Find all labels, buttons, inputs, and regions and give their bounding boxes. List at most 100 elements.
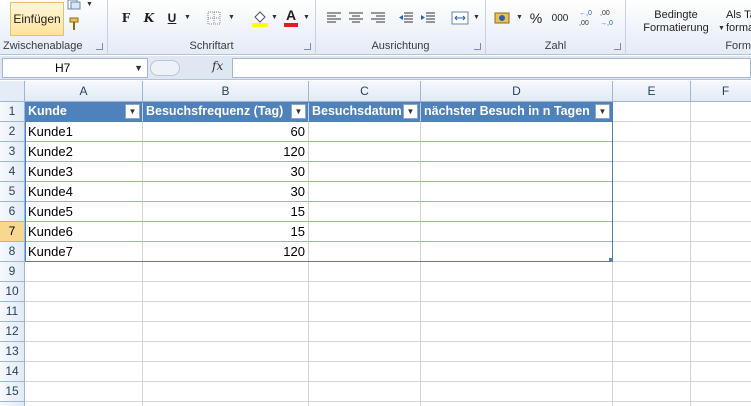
- cell[interactable]: [143, 362, 309, 382]
- merge-center-icon[interactable]: [450, 8, 470, 28]
- cell[interactable]: [143, 302, 309, 322]
- table-cell[interactable]: [309, 162, 421, 182]
- cell[interactable]: [691, 242, 751, 262]
- row-header-1[interactable]: 1: [0, 102, 25, 122]
- alignment-launcher-icon[interactable]: [474, 43, 481, 50]
- table-cell[interactable]: Kunde5: [25, 202, 143, 222]
- cell[interactable]: [421, 382, 613, 402]
- cell[interactable]: [25, 382, 143, 402]
- font-color-dropdown-icon[interactable]: ▼: [303, 14, 310, 21]
- name-box-dropdown-icon[interactable]: ▼: [134, 59, 143, 77]
- row-header-10[interactable]: 10: [0, 282, 25, 302]
- row-header-13[interactable]: 13: [0, 342, 25, 362]
- table-cell[interactable]: Kunde2: [25, 142, 143, 162]
- cell[interactable]: [691, 262, 751, 282]
- column-header-a[interactable]: A: [25, 81, 143, 102]
- column-header-f[interactable]: F: [691, 81, 751, 102]
- merge-dropdown-icon[interactable]: ▼: [473, 14, 480, 21]
- table-cell[interactable]: Kunde1: [25, 122, 143, 142]
- cell[interactable]: [613, 162, 691, 182]
- table-cell[interactable]: Kunde6: [25, 222, 143, 242]
- row-header-4[interactable]: 4: [0, 162, 25, 182]
- cell[interactable]: [691, 382, 751, 402]
- cell[interactable]: [25, 402, 143, 406]
- row-header-14[interactable]: 14: [0, 362, 25, 382]
- cell[interactable]: [143, 262, 309, 282]
- cell[interactable]: [309, 382, 421, 402]
- clipboard-launcher-icon[interactable]: [96, 43, 103, 50]
- table-cell[interactable]: Kunde3: [25, 162, 143, 182]
- cell[interactable]: [613, 102, 691, 122]
- cell[interactable]: [691, 222, 751, 242]
- conditional-formatting-button[interactable]: Bedingte Formatierung: [632, 8, 720, 36]
- accounting-dropdown-icon[interactable]: ▼: [516, 14, 523, 21]
- insert-function-icon[interactable]: fx: [212, 59, 223, 73]
- filter-dropdown-icon[interactable]: ▼: [595, 104, 610, 119]
- table-cell[interactable]: 15: [143, 202, 309, 222]
- row-header-7[interactable]: 7: [0, 222, 25, 242]
- table-cell[interactable]: 15: [143, 222, 309, 242]
- increase-decimal-button[interactable]: ←,0,00: [577, 4, 597, 30]
- filter-dropdown-icon[interactable]: ▼: [291, 104, 306, 119]
- cell[interactable]: [691, 102, 751, 122]
- decrease-decimal-button[interactable]: ,00 →,0: [599, 4, 619, 30]
- cell[interactable]: [691, 302, 751, 322]
- cell[interactable]: [691, 162, 751, 182]
- align-left-icon[interactable]: [326, 10, 342, 26]
- select-all-corner[interactable]: [0, 81, 25, 102]
- number-launcher-icon[interactable]: [614, 43, 621, 50]
- cell[interactable]: [309, 362, 421, 382]
- formula-bar-splitter[interactable]: [150, 60, 180, 76]
- table-cell[interactable]: [421, 162, 613, 182]
- align-center-icon[interactable]: [348, 10, 364, 26]
- borders-dropdown-icon[interactable]: ▼: [228, 14, 235, 21]
- row-header-11[interactable]: 11: [0, 302, 25, 322]
- cell[interactable]: [691, 402, 751, 406]
- row-header-9[interactable]: 9: [0, 262, 25, 282]
- font-launcher-icon[interactable]: [304, 43, 311, 50]
- cell[interactable]: [421, 302, 613, 322]
- row-header-16[interactable]: 16: [0, 402, 25, 406]
- table-cell[interactable]: [421, 182, 613, 202]
- cell[interactable]: [691, 322, 751, 342]
- cell[interactable]: [613, 242, 691, 262]
- row-header-5[interactable]: 5: [0, 182, 25, 202]
- cell[interactable]: [421, 262, 613, 282]
- filter-dropdown-icon[interactable]: ▼: [403, 104, 418, 119]
- table-header-cell[interactable]: Besuchsdatum ▼: [309, 102, 421, 122]
- underline-dropdown-icon[interactable]: ▼: [184, 14, 191, 21]
- column-header-b[interactable]: B: [143, 81, 309, 102]
- copy-dropdown-icon[interactable]: ▼: [86, 1, 93, 8]
- row-header-15[interactable]: 15: [0, 382, 25, 402]
- table-header-cell[interactable]: Besuchsfrequenz (Tag) ▼: [143, 102, 309, 122]
- table-cell[interactable]: [309, 202, 421, 222]
- thousands-separator-button[interactable]: 000: [549, 8, 571, 28]
- bold-button[interactable]: F: [118, 9, 134, 27]
- cell[interactable]: [691, 142, 751, 162]
- cell[interactable]: [309, 342, 421, 362]
- cell[interactable]: [613, 302, 691, 322]
- format-painter-icon[interactable]: [66, 16, 84, 32]
- table-cell[interactable]: 30: [143, 182, 309, 202]
- table-header-cell[interactable]: nächster Besuch in n Tagen ▼: [421, 102, 613, 122]
- table-cell[interactable]: [309, 182, 421, 202]
- fill-color-dropdown-icon[interactable]: ▼: [271, 14, 278, 21]
- table-cell[interactable]: Kunde4: [25, 182, 143, 202]
- cell[interactable]: [309, 402, 421, 406]
- cell[interactable]: [421, 362, 613, 382]
- cell[interactable]: [613, 222, 691, 242]
- row-header-6[interactable]: 6: [0, 202, 25, 222]
- copy-icon[interactable]: [66, 0, 82, 10]
- cell[interactable]: [25, 362, 143, 382]
- cell[interactable]: [613, 382, 691, 402]
- cell[interactable]: [25, 322, 143, 342]
- cell[interactable]: [421, 402, 613, 406]
- cell[interactable]: [691, 182, 751, 202]
- table-cell[interactable]: [421, 142, 613, 162]
- cell[interactable]: [309, 282, 421, 302]
- cell[interactable]: [691, 202, 751, 222]
- table-cell[interactable]: [421, 202, 613, 222]
- cell[interactable]: [25, 282, 143, 302]
- table-cell[interactable]: [309, 242, 421, 262]
- column-header-c[interactable]: C: [309, 81, 421, 102]
